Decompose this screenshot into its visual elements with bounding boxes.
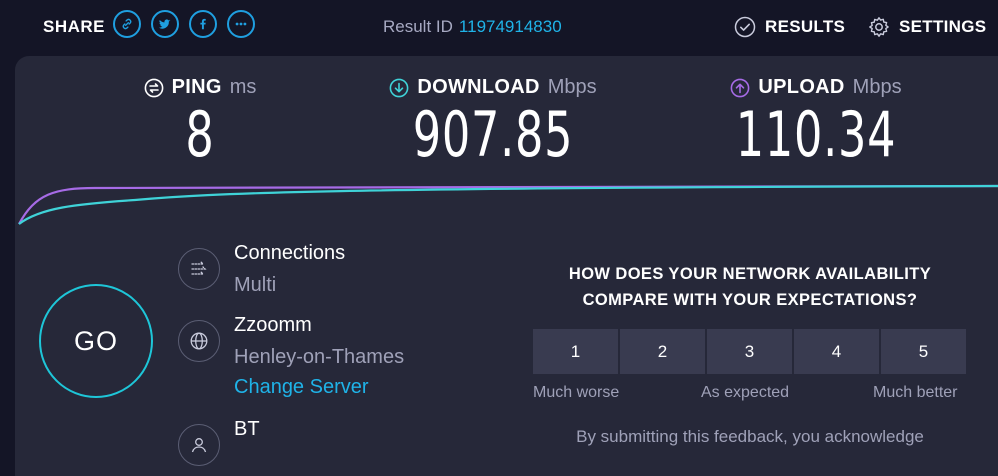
- ping-metric: PING ms 8: [100, 76, 300, 169]
- results-link[interactable]: RESULTS: [734, 16, 845, 38]
- ping-label: PING: [171, 76, 222, 98]
- share-link-button[interactable]: [113, 10, 141, 38]
- user-icon: [191, 438, 207, 453]
- scale-label-high: Much better: [873, 384, 958, 401]
- result-id-value[interactable]: 11974914830: [459, 17, 562, 36]
- upload-value: 110.34: [735, 98, 897, 171]
- connections-value[interactable]: Multi: [234, 274, 276, 297]
- rating-2-button[interactable]: 2: [620, 329, 705, 374]
- speed-graph: [18, 184, 998, 225]
- scale-label-mid: As expected: [701, 384, 790, 401]
- settings-link[interactable]: SETTINGS: [868, 16, 986, 38]
- results-label: RESULTS: [765, 17, 846, 36]
- survey-question: HOW DOES YOUR NETWORK AVAILABILITY COMPA…: [535, 261, 965, 313]
- check-circle-icon: [734, 16, 756, 38]
- download-metric: DOWNLOAD Mbps 907.85: [368, 76, 618, 169]
- upload-unit: Mbps: [852, 76, 902, 98]
- download-arrow-icon: [389, 78, 409, 97]
- download-label: DOWNLOAD: [417, 76, 540, 98]
- upload-arrow-icon: [731, 78, 750, 97]
- download-value: 907.85: [412, 98, 574, 171]
- download-graph-line: [18, 184, 998, 225]
- rating-4-button[interactable]: 4: [794, 329, 879, 374]
- go-button[interactable]: GO: [39, 284, 153, 398]
- globe-icon-wrap: [178, 320, 220, 362]
- rating-3-button[interactable]: 3: [707, 329, 792, 374]
- change-server-link[interactable]: Change Server: [234, 376, 369, 399]
- ping-value: 8: [185, 98, 215, 171]
- rating-scale: 1 2 3 4 5: [533, 329, 966, 374]
- top-bar: SHARE Result ID 11974914830 RESULTS SETTI…: [0, 0, 998, 56]
- ping-unit: ms: [229, 76, 257, 98]
- isp-name: BT: [234, 418, 260, 440]
- ping-icon: [144, 78, 164, 97]
- twitter-icon: [158, 19, 171, 29]
- more-dots-icon: [235, 22, 247, 26]
- scale-label-low: Much worse: [533, 384, 620, 401]
- rating-5-button[interactable]: 5: [881, 329, 966, 374]
- connections-label: Connections: [234, 242, 346, 264]
- server-host-name: Zzoomm: [234, 314, 312, 336]
- result-id-label: Result ID: [383, 17, 453, 36]
- settings-label: SETTINGS: [899, 17, 987, 36]
- survey-question-line1: HOW DOES YOUR NETWORK AVAILABILITY: [568, 265, 932, 283]
- share-facebook-button[interactable]: [189, 10, 217, 38]
- download-unit: Mbps: [547, 76, 597, 98]
- connections-icon-wrap: [178, 248, 220, 290]
- share-twitter-button[interactable]: [151, 10, 179, 38]
- upload-graph-line: [18, 184, 998, 225]
- share-label: SHARE: [43, 17, 106, 36]
- facebook-icon: [200, 18, 206, 30]
- link-icon: [122, 18, 132, 30]
- feedback-disclaimer: By submitting this feedback, you acknowl…: [576, 427, 924, 446]
- rating-1-button[interactable]: 1: [533, 329, 618, 374]
- globe-icon: [190, 332, 208, 350]
- gear-icon: [869, 17, 889, 37]
- upload-metric: UPLOAD Mbps 110.34: [701, 76, 931, 169]
- server-location: Henley-on-Thames: [234, 346, 405, 368]
- upload-label: UPLOAD: [758, 76, 845, 98]
- connections-icon: [191, 261, 207, 275]
- user-icon-wrap: [178, 424, 220, 466]
- survey-question-line2: COMPARE WITH YOUR EXPECTATIONS?: [582, 291, 918, 309]
- share-more-button[interactable]: [227, 10, 255, 38]
- result-id: Result ID 11974914830: [383, 17, 562, 37]
- result-panel: PING ms 8 DOWNLOAD Mbps 907.85 UPLOAD Mb…: [15, 56, 998, 476]
